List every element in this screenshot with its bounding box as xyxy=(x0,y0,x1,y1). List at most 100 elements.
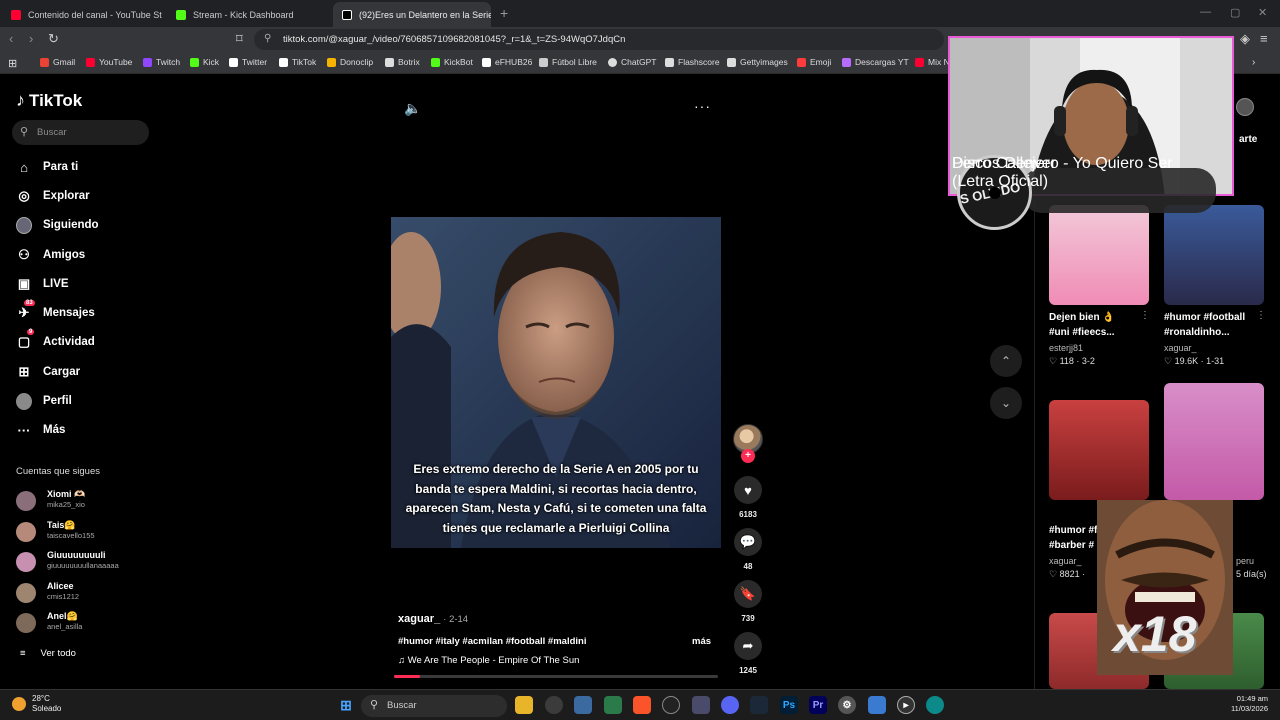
chrome-icon[interactable] xyxy=(545,696,563,714)
nav-item-perfil[interactable]: Perfil xyxy=(16,392,72,410)
premiere-icon[interactable]: Pr xyxy=(809,696,827,714)
browser-tab-kick-dashboard[interactable]: Stream - Kick Dashboard xyxy=(167,2,327,27)
browser-tab-tiktok[interactable]: (92)Eres un Delantero en la Serie ✕ xyxy=(333,2,491,27)
media-player-icon[interactable] xyxy=(662,696,680,714)
bookmark-tiktok[interactable]: TikTok xyxy=(279,57,316,67)
bookmark-futbol-libre[interactable]: Fútbol Libre xyxy=(539,57,597,67)
edge-icon[interactable] xyxy=(926,696,944,714)
following-user[interactable]: Giuuuuuuuuli giuuuuuuuullanaaaaa xyxy=(16,549,156,577)
bookmark-twitter[interactable]: Twitter xyxy=(229,57,267,67)
weather-widget[interactable]: 28°C Soleado xyxy=(12,694,61,714)
apps-grid-icon[interactable]: ⊞ xyxy=(8,57,17,70)
bookmark-emoji[interactable]: Emoji xyxy=(797,57,831,67)
close-window-icon[interactable]: ✕ xyxy=(1258,6,1267,19)
app-icon[interactable] xyxy=(604,696,622,714)
bookmark-icon[interactable]: ⌑ xyxy=(236,31,243,47)
brave-icon[interactable] xyxy=(633,696,651,714)
nav-item-cargar[interactable]: ⊞ Cargar xyxy=(16,364,81,380)
nav-item-live[interactable]: ▣ LIVE xyxy=(16,276,69,292)
photoshop-icon[interactable]: Ps xyxy=(780,696,798,714)
next-video-button[interactable]: ⌄ xyxy=(990,387,1022,419)
see-all-button[interactable]: ≡ Ver todo xyxy=(20,648,76,659)
kebab-icon[interactable]: ⋮ xyxy=(1140,310,1150,321)
minimize-icon[interactable]: — xyxy=(1200,6,1211,18)
bookmark-donoclip[interactable]: Donoclip xyxy=(327,57,373,67)
like-button[interactable]: ♥ 6183 xyxy=(734,476,762,519)
following-user[interactable]: Tais🤗 taiscavello155 xyxy=(16,519,156,547)
shield-icon[interactable]: ◈ xyxy=(1240,31,1250,47)
activity-icon: ▢ 9 xyxy=(17,329,35,349)
nav-item-actividad[interactable]: ▢ 9 Actividad xyxy=(16,329,95,350)
bookmark-gettyimages[interactable]: Gettyimages xyxy=(727,57,788,67)
volume-icon[interactable]: 🔈 xyxy=(404,100,421,117)
back-icon[interactable]: ‹ xyxy=(9,31,13,46)
taskbar-search[interactable]: ⚲ Buscar xyxy=(361,695,507,717)
following-user[interactable]: Anel🤗 anel_asilla xyxy=(16,610,156,638)
bookmark-flashscore[interactable]: Flashscore xyxy=(665,57,720,67)
related-video-author[interactable]: xaguar_ xyxy=(1164,343,1197,353)
previous-video-button[interactable]: ⌃ xyxy=(990,345,1022,377)
gmail-icon xyxy=(40,57,49,67)
windows-start-icon[interactable]: ⊞ xyxy=(337,696,355,714)
video-author[interactable]: xaguar_ · 2-14 xyxy=(398,613,468,625)
discord-icon[interactable] xyxy=(721,696,739,714)
account-avatar[interactable] xyxy=(1236,98,1254,116)
bookmark-gmail[interactable]: Gmail xyxy=(40,57,75,67)
bookmark-descargas-yt[interactable]: Descargas YT xyxy=(842,57,909,67)
nav-item-siguiendo[interactable]: Siguiendo xyxy=(16,216,99,234)
related-video-author[interactable]: esterjj81 xyxy=(1049,343,1083,353)
more-description-button[interactable]: más xyxy=(692,636,711,647)
app-icon[interactable] xyxy=(574,696,592,714)
bookmark-kick[interactable]: Kick xyxy=(190,57,219,67)
bookmark-mix[interactable]: Mix N xyxy=(915,57,950,67)
nav-item-mas[interactable]: ··· Más xyxy=(16,422,66,438)
related-video-title[interactable]: Dejen bien 👌 #uni #fieecs... xyxy=(1049,310,1149,340)
site-info-icon[interactable]: ⚲ xyxy=(264,33,271,44)
bookmark-kickbot[interactable]: KickBot xyxy=(431,57,473,67)
bookmarks-overflow-icon[interactable]: › xyxy=(1252,57,1255,68)
weather-condition: Soleado xyxy=(32,704,62,713)
save-button[interactable]: 🔖 739 xyxy=(734,580,762,623)
related-video-thumb[interactable] xyxy=(1049,400,1149,500)
related-video-author[interactable]: peru xyxy=(1236,556,1254,566)
kebab-icon[interactable]: ⋮ xyxy=(1256,310,1266,321)
system-clock[interactable]: 01:49 am 11/03/2026 xyxy=(1220,694,1268,714)
bookmark-youtube[interactable]: YouTube xyxy=(86,57,132,67)
maximize-icon[interactable]: ▢ xyxy=(1230,6,1240,19)
video-progress-bar[interactable] xyxy=(394,675,718,678)
related-video-author[interactable]: xaguar_ xyxy=(1049,556,1082,566)
following-user[interactable]: Alicee cmis1212 xyxy=(16,580,156,608)
settings-icon[interactable]: ⚙ xyxy=(838,696,856,714)
new-tab-icon[interactable]: + xyxy=(500,5,508,21)
nav-item-explorar[interactable]: ◎ Explorar xyxy=(16,188,89,204)
address-bar[interactable]: ⚲ tiktok.com/@xaguar_/video/760685710968… xyxy=(254,29,944,50)
file-explorer-icon[interactable] xyxy=(515,696,533,714)
steam-icon[interactable] xyxy=(750,696,768,714)
comment-button[interactable]: 💬 48 xyxy=(734,528,762,571)
share-button[interactable]: ➦ 1245 xyxy=(734,632,762,675)
bookmark-efhub26[interactable]: eFHUB26 xyxy=(482,57,532,67)
nav-item-mensajes[interactable]: ✈ 83 Mensajes xyxy=(16,300,95,321)
forward-icon[interactable]: › xyxy=(29,31,33,46)
chevron-down-icon: ⌄ xyxy=(1000,396,1012,410)
tiktok-logo[interactable]: ♪ TikTok xyxy=(16,90,82,111)
video-music[interactable]: ♫ We Are The People - Empire Of The Sun xyxy=(398,655,579,666)
related-video-title[interactable]: #humor #football #ronaldinho... xyxy=(1164,310,1264,340)
follow-plus-icon[interactable]: + xyxy=(741,449,755,463)
bookmark-botrix[interactable]: Botrix xyxy=(385,57,420,67)
calculator-icon[interactable] xyxy=(692,696,710,714)
play-icon[interactable]: ▸ xyxy=(897,696,915,714)
bookmark-twitch[interactable]: Twitch xyxy=(143,57,180,67)
nav-item-para-ti[interactable]: ⌂ Para ti xyxy=(16,159,78,175)
more-options-icon[interactable]: ··· xyxy=(694,98,711,114)
search-input[interactable]: ⚲ Buscar xyxy=(12,120,149,145)
browser-tab-youtube-studio[interactable]: Contenido del canal - YouTube Studi xyxy=(2,2,162,27)
related-video-thumb[interactable] xyxy=(1164,383,1264,500)
nav-item-amigos[interactable]: ⚇ Amigos xyxy=(16,247,85,263)
menu-icon[interactable]: ≡ xyxy=(1260,31,1268,46)
reload-icon[interactable]: ↻ xyxy=(48,31,59,47)
following-user[interactable]: Xiomi 🫶🏻 mika25_xio xyxy=(16,488,156,516)
notepad-icon[interactable] xyxy=(868,696,886,714)
bookmark-chatgpt[interactable]: ChatGPT xyxy=(608,57,656,67)
video-hashtags[interactable]: #humor #italy #acmilan #football #maldin… xyxy=(398,636,586,647)
